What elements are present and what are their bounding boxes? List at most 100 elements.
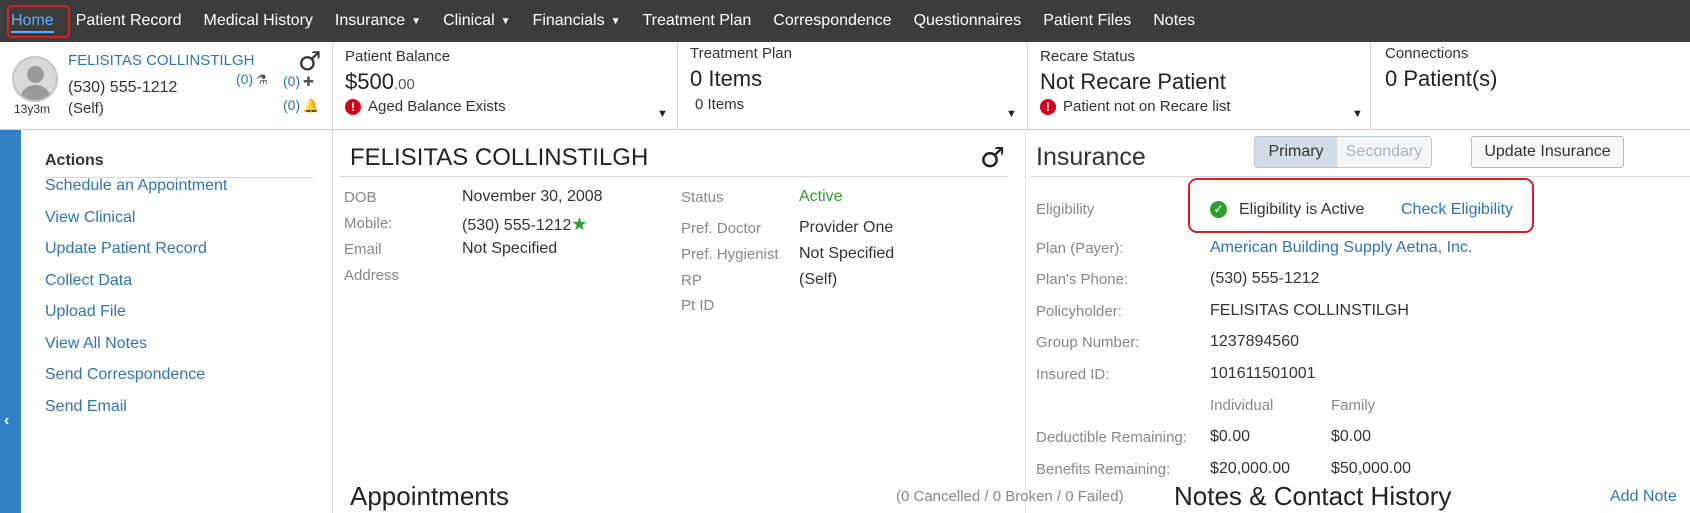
deductible-individual: $0.00 bbox=[1210, 428, 1251, 445]
group-number-label: Group Number: bbox=[1036, 334, 1140, 351]
add-note-link[interactable]: Add Note bbox=[1610, 488, 1677, 506]
dob-value: November 30, 2008 bbox=[462, 188, 603, 205]
recare-status: ! Patient not on Recare list bbox=[1040, 98, 1231, 115]
policyholder-label: Policyholder: bbox=[1036, 303, 1122, 320]
action-schedule-an-appointment[interactable]: Schedule an Appointment bbox=[45, 177, 227, 195]
email-label: Email bbox=[344, 241, 382, 258]
policyholder-value: FELISITAS COLLINSTILGH bbox=[1210, 302, 1409, 319]
alert-icon: ! bbox=[1040, 98, 1056, 115]
address-label: Address bbox=[344, 267, 400, 284]
caret-down-icon: ▼ bbox=[610, 15, 621, 27]
action-collect-data[interactable]: Collect Data bbox=[45, 272, 132, 290]
pref-doctor-label: Pref. Doctor bbox=[681, 220, 762, 237]
action-view-clinical[interactable]: View Clinical bbox=[45, 209, 135, 227]
deductible-family: $0.00 bbox=[1331, 428, 1372, 445]
pref-hygienist-value: Not Specified bbox=[799, 245, 895, 262]
connections-panel[interactable]: Connections 0 Patient(s) bbox=[1371, 42, 1690, 130]
flask-icon: ⚗ bbox=[256, 73, 268, 88]
treatment-plan-panel[interactable]: Treatment Plan 0 Items 0 Items ▼ bbox=[678, 42, 1028, 130]
action-send-email[interactable]: Send Email bbox=[45, 398, 127, 416]
nav-item-clinical[interactable]: Clinical ▼ bbox=[432, 0, 521, 42]
group-number-value: 1237894560 bbox=[1210, 333, 1299, 350]
mobile-label: Mobile: bbox=[344, 215, 393, 232]
nav-item-label: Notes bbox=[1153, 12, 1196, 29]
benefits-label: Benefits Remaining: bbox=[1036, 461, 1171, 478]
chevron-down-icon[interactable]: ▼ bbox=[1006, 108, 1017, 120]
lab-count[interactable]: (0) ⚗ bbox=[236, 71, 268, 88]
insured-id-label: Insured ID: bbox=[1036, 366, 1110, 383]
notes-title: Notes & Contact History bbox=[1174, 481, 1452, 511]
action-view-all-notes[interactable]: View All Notes bbox=[45, 335, 147, 353]
pref-hygienist-label: Pref. Hygienist bbox=[681, 246, 779, 263]
tab-primary[interactable]: Primary bbox=[1255, 137, 1337, 167]
nav-item-questionnaires[interactable]: Questionnaires bbox=[903, 0, 1033, 42]
plan-phone-value: (530) 555-1212 bbox=[1210, 270, 1320, 287]
plan-phone-label: Plan's Phone: bbox=[1036, 271, 1129, 288]
nav-item-insurance[interactable]: Insurance ▼ bbox=[324, 0, 432, 42]
patient-phone: (530) 555-1212 bbox=[68, 79, 178, 96]
tab-secondary[interactable]: Secondary bbox=[1337, 137, 1431, 167]
divider bbox=[1030, 176, 1690, 177]
caret-down-icon: ▼ bbox=[411, 15, 422, 27]
bell-icon: 🔔 bbox=[303, 99, 320, 114]
action-update-patient-record[interactable]: Update Patient Record bbox=[45, 240, 207, 258]
nav-item-treatment-plan[interactable]: Treatment Plan bbox=[631, 0, 762, 42]
male-icon: ♂ bbox=[298, 47, 322, 77]
nav-item-patient-record[interactable]: Patient Record bbox=[65, 0, 193, 42]
nav-item-label: Clinical bbox=[443, 12, 495, 29]
sidebar-toggle[interactable]: ‹ bbox=[0, 130, 21, 513]
family-header: Family bbox=[1331, 397, 1376, 414]
nav-item-label: Patient Files bbox=[1043, 12, 1132, 29]
medical-count[interactable]: (0) ✚ bbox=[283, 73, 314, 90]
treatment-value: 0 Items bbox=[690, 66, 763, 91]
actions-panel: Actions Schedule an Appointment View Clin… bbox=[21, 130, 333, 513]
pref-doctor-value: Provider One bbox=[799, 219, 894, 236]
check-eligibility-link[interactable]: Check Eligibility bbox=[1401, 201, 1513, 219]
rp-value: (Self) bbox=[799, 271, 838, 288]
nav-item-financials[interactable]: Financials ▼ bbox=[522, 0, 632, 42]
patient-balance-panel[interactable]: Patient Balance $500.00 ! Aged Balance Ex… bbox=[333, 42, 678, 130]
insured-id-value: 101611501001 bbox=[1210, 365, 1316, 382]
email-value: Not Specified bbox=[462, 240, 558, 257]
status-value: Active bbox=[799, 188, 843, 205]
star-icon: ★ bbox=[571, 214, 588, 235]
nav-item-label: Patient Record bbox=[75, 12, 182, 29]
chevron-left-icon: ‹ bbox=[4, 412, 10, 429]
action-send-correspondence[interactable]: Send Correspondence bbox=[45, 366, 205, 384]
chevron-down-icon[interactable]: ▼ bbox=[657, 108, 668, 120]
nav-item-notes[interactable]: Notes bbox=[1142, 0, 1206, 42]
individual-header: Individual bbox=[1210, 397, 1274, 414]
recare-status-panel[interactable]: Recare Status Not Recare Patient ! Patien… bbox=[1028, 42, 1371, 130]
balance-status: ! Aged Balance Exists bbox=[345, 98, 506, 115]
benefits-individual: $20,000.00 bbox=[1210, 460, 1291, 477]
patient-name-link[interactable]: FELISITAS COLLINSTILGH bbox=[68, 52, 254, 69]
balance-cents: .00 bbox=[393, 76, 415, 93]
alerts-count[interactable]: (0) 🔔 bbox=[283, 97, 319, 114]
nav-item-label: Questionnaires bbox=[913, 12, 1022, 29]
nav-item-correspondence[interactable]: Correspondence bbox=[762, 0, 902, 42]
benefits-family: $50,000.00 bbox=[1331, 460, 1412, 477]
nav-item-patient-files[interactable]: Patient Files bbox=[1032, 0, 1142, 42]
update-insurance-button[interactable]: Update Insurance bbox=[1471, 136, 1624, 168]
eligibility-label: Eligibility bbox=[1036, 201, 1095, 218]
balance-dollars: $500 bbox=[345, 69, 394, 94]
balance-status-text: Aged Balance Exists bbox=[368, 98, 506, 115]
plan-link[interactable]: American Building Supply Aetna, Inc. bbox=[1210, 239, 1472, 257]
action-upload-file[interactable]: Upload File bbox=[45, 303, 126, 321]
chevron-down-icon[interactable]: ▼ bbox=[1352, 108, 1363, 120]
actions-title: Actions bbox=[45, 152, 104, 169]
connections-label: Connections bbox=[1385, 45, 1469, 62]
insurance-tabs: Primary Secondary bbox=[1254, 136, 1432, 168]
nav-item-medical-history[interactable]: Medical History bbox=[193, 0, 324, 42]
caret-down-icon: ▼ bbox=[500, 15, 511, 27]
balance-amount: $500.00 bbox=[345, 69, 415, 95]
avatar[interactable] bbox=[12, 56, 58, 102]
treatment-label: Treatment Plan bbox=[690, 45, 792, 62]
divider bbox=[1025, 130, 1026, 513]
check-circle-icon: ✓ bbox=[1210, 201, 1227, 218]
dob-label: DOB bbox=[344, 189, 377, 206]
patient-relation: (Self) bbox=[68, 100, 104, 117]
balance-label: Patient Balance bbox=[345, 48, 451, 65]
eligibility-status: Eligibility is Active bbox=[1239, 201, 1365, 218]
insurance-title: Insurance bbox=[1036, 143, 1146, 171]
